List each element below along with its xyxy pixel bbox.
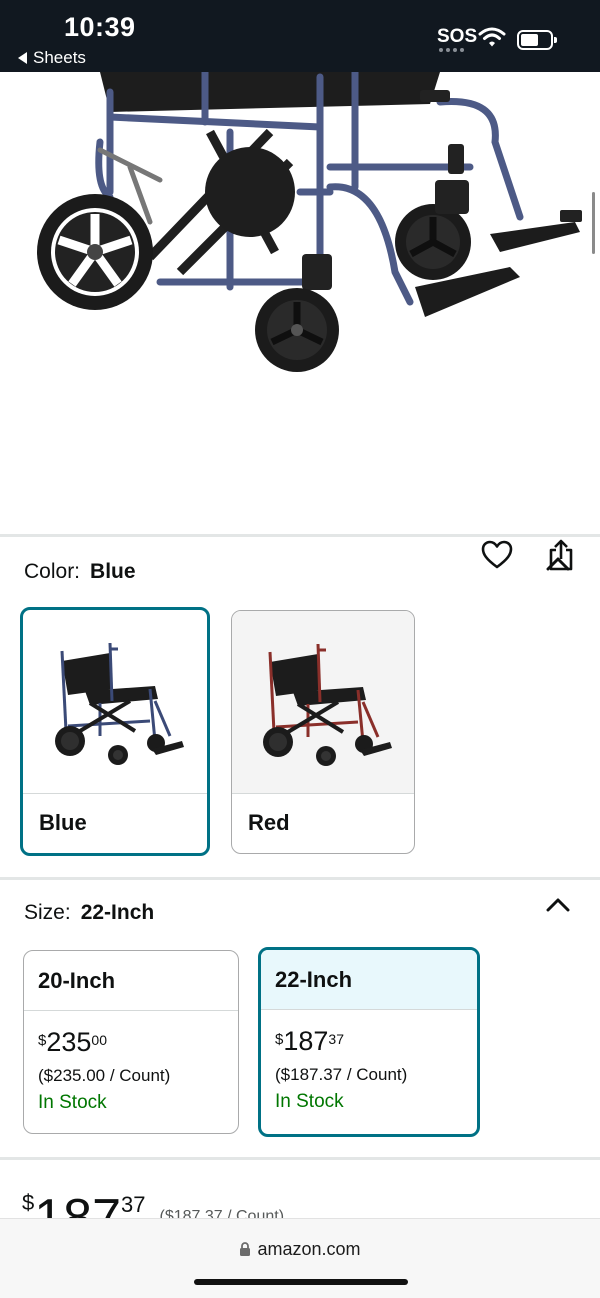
wheelchair-thumbnail-red bbox=[232, 611, 414, 793]
signal-dots-icon bbox=[439, 48, 469, 52]
status-bar: 10:39 Sheets SOS bbox=[0, 0, 600, 72]
scroll-indicator[interactable] bbox=[592, 192, 595, 254]
section-divider bbox=[0, 534, 600, 537]
color-selected-value: Blue bbox=[90, 560, 136, 583]
stock-status: In Stock bbox=[38, 1092, 107, 1113]
back-arrow-icon bbox=[18, 52, 27, 64]
wheelchair-thumbnail-blue bbox=[23, 610, 207, 792]
collapse-size-chevron-icon[interactable] bbox=[546, 897, 570, 913]
url-text: amazon.com bbox=[257, 1239, 361, 1259]
back-to-app-button[interactable]: Sheets bbox=[18, 48, 86, 68]
section-divider bbox=[0, 1157, 600, 1160]
stock-status: In Stock bbox=[275, 1091, 344, 1112]
size-option-22-inch[interactable]: 22-Inch $ 187 37 ($187.37 / Count) In St… bbox=[258, 947, 480, 1137]
price-currency: $ bbox=[22, 1190, 35, 1215]
size-option-price: $ 187 37 bbox=[275, 1028, 477, 1055]
color-header: Color: Blue bbox=[24, 560, 136, 584]
size-option-label: 20-Inch bbox=[24, 951, 238, 1011]
battery-icon bbox=[517, 30, 557, 50]
wheelchair-product-image bbox=[37, 72, 582, 372]
size-option-20-inch[interactable]: 20-Inch $ 235 00 ($235.00 / Count) In St… bbox=[23, 950, 239, 1134]
price-per-count: ($235.00 / Count) bbox=[38, 1066, 171, 1085]
wifi-icon bbox=[478, 27, 506, 47]
price-per-count: ($187.37 / Count) bbox=[275, 1065, 408, 1084]
size-selected-value: 22-Inch bbox=[80, 901, 155, 924]
price-fraction: 37 bbox=[328, 1031, 344, 1047]
heart-icon[interactable] bbox=[480, 538, 514, 572]
size-option-label: 22-Inch bbox=[261, 950, 477, 1010]
price-whole: 187 bbox=[34, 1189, 122, 1220]
price-currency: $ bbox=[275, 1031, 284, 1048]
price-fraction: 37 bbox=[121, 1192, 146, 1217]
browser-address-bar[interactable]: amazon.com bbox=[0, 1218, 600, 1298]
sos-indicator: SOS bbox=[437, 26, 478, 47]
buybox-price: $ 187 37 ($187.37 / Count) bbox=[22, 1188, 284, 1220]
status-time: 10:39 bbox=[64, 12, 136, 42]
color-label: Color: bbox=[24, 560, 81, 583]
lock-icon bbox=[240, 1242, 251, 1256]
url-display[interactable]: amazon.com bbox=[0, 1239, 600, 1260]
price-fraction: 00 bbox=[91, 1032, 107, 1048]
color-option-label: Red bbox=[232, 793, 414, 853]
color-option-label: Blue bbox=[23, 793, 207, 853]
price-currency: $ bbox=[38, 1032, 47, 1049]
color-option-blue[interactable]: Blue bbox=[20, 607, 210, 856]
price-whole: 187 bbox=[283, 1026, 329, 1056]
size-label: Size: bbox=[24, 901, 71, 924]
section-divider bbox=[0, 877, 600, 880]
product-image-gallery[interactable] bbox=[0, 72, 600, 571]
color-option-red[interactable]: Red bbox=[231, 610, 415, 854]
home-indicator[interactable] bbox=[194, 1279, 408, 1285]
size-option-price: $ 235 00 bbox=[38, 1029, 238, 1056]
collapse-color-chevron-icon[interactable] bbox=[546, 556, 570, 572]
size-header: Size: 22-Inch bbox=[24, 901, 154, 925]
price-whole: 235 bbox=[46, 1027, 92, 1057]
back-app-label: Sheets bbox=[33, 48, 86, 67]
